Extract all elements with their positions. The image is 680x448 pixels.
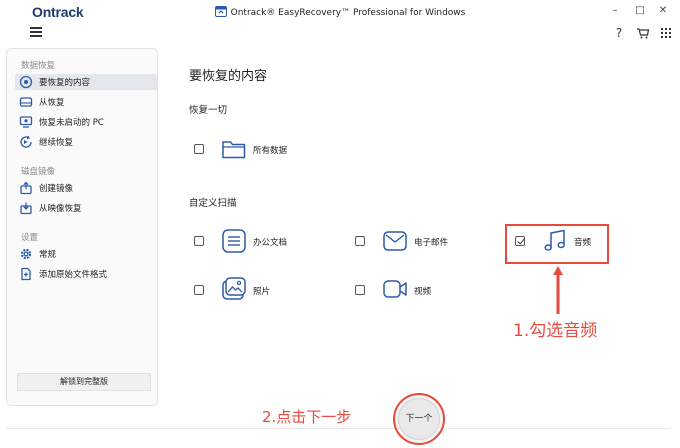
- create-image-icon: [19, 181, 33, 195]
- sidebar-item-label: 从映像恢复: [39, 204, 82, 214]
- page-title: 要恢复的内容: [189, 69, 268, 84]
- resume-icon: [19, 135, 33, 149]
- document-icon: [221, 228, 247, 254]
- minimize-button[interactable]: –: [608, 5, 622, 16]
- sidebar-item-label: 恢复未启动的 PC: [39, 118, 104, 128]
- section-label-settings: 设置: [21, 233, 39, 243]
- sidebar-item-label: 常规: [39, 250, 57, 260]
- add-file-icon: [19, 267, 33, 281]
- folder-icon: [221, 136, 247, 162]
- app-icon: [214, 6, 227, 20]
- pc-icon: [19, 115, 33, 129]
- sidebar-item-what-to-recover[interactable]: 要恢复的内容: [15, 74, 157, 90]
- music-icon: [542, 228, 568, 254]
- sidebar-item-general[interactable]: 常规: [15, 246, 157, 262]
- video-checkbox[interactable]: [355, 285, 365, 295]
- restore-image-icon: [19, 201, 33, 215]
- annotation-step2: 2.点击下一步: [262, 408, 352, 426]
- close-button[interactable]: ✕: [656, 5, 670, 16]
- cart-icon[interactable]: [636, 26, 650, 40]
- email-checkbox[interactable]: [355, 236, 365, 246]
- sidebar-item-label: 要恢复的内容: [39, 78, 91, 88]
- gear-icon: [19, 247, 33, 261]
- unlock-full-version-button[interactable]: 解锁到完整版: [17, 373, 151, 391]
- email-icon: [382, 228, 408, 254]
- next-button[interactable]: 下一个: [398, 398, 440, 440]
- sidebar-item-recover-from[interactable]: 从恢复: [15, 94, 157, 110]
- photo-checkbox[interactable]: [194, 285, 204, 295]
- photo-label: 照片: [253, 287, 271, 297]
- window-title-text: Ontrack® EasyRecovery™ Professional for …: [230, 8, 466, 18]
- photo-icon: [221, 276, 247, 302]
- sidebar-item-label: 继续恢复: [39, 138, 74, 148]
- section-label-disk-image: 磁盘镜像: [21, 167, 56, 177]
- sidebar-item-label: 添加原始文件格式: [39, 270, 108, 280]
- hamburger-menu-icon[interactable]: [30, 27, 42, 37]
- all-data-checkbox[interactable]: [194, 144, 204, 154]
- sidebar-item-recover-unbootable-pc[interactable]: 恢复未启动的 PC: [15, 114, 157, 130]
- all-data-label: 所有数据: [253, 146, 288, 156]
- sidebar-item-label: 创建镜像: [39, 184, 74, 194]
- bottom-divider: [6, 428, 670, 429]
- annotation-step1: 1.勾选音频: [513, 321, 598, 341]
- sidebar-item-resume-recovery[interactable]: 继续恢复: [15, 134, 157, 150]
- sidebar-item-add-raw-file-format[interactable]: 添加原始文件格式: [15, 266, 157, 282]
- office-docs-checkbox[interactable]: [194, 236, 204, 246]
- sidebar-item-create-image[interactable]: 创建镜像: [15, 180, 157, 196]
- annotation-arrow: [552, 264, 564, 316]
- audio-checkbox[interactable]: [515, 236, 525, 246]
- target-icon: [19, 75, 33, 89]
- office-docs-label: 办公文档: [253, 238, 288, 248]
- video-label: 视频: [414, 287, 432, 297]
- custom-scan-heading: 自定义扫描: [189, 198, 237, 209]
- sidebar-item-restore-from-image[interactable]: 从映像恢复: [15, 200, 157, 216]
- window-title: Ontrack® EasyRecovery™ Professional for …: [0, 6, 680, 20]
- maximize-button[interactable]: □: [633, 5, 647, 16]
- audio-label: 音频: [574, 238, 592, 248]
- recover-all-heading: 恢复一切: [189, 105, 228, 116]
- email-label: 电子邮件: [414, 238, 449, 248]
- drive-icon: [19, 95, 33, 109]
- title-bar: Ontrack Ontrack® EasyRecovery™ Professio…: [0, 0, 680, 22]
- section-label-data-recovery: 数据恢复: [21, 61, 56, 71]
- help-icon[interactable]: ?: [612, 26, 626, 40]
- video-icon: [382, 276, 408, 302]
- grid-menu-icon[interactable]: [659, 26, 673, 40]
- sidebar-item-label: 从恢复: [39, 98, 65, 108]
- sidebar: 数据恢复 要恢复的内容 从恢复 恢复未启动的 PC 继续恢复 磁盘镜像 创建镜像: [6, 48, 158, 406]
